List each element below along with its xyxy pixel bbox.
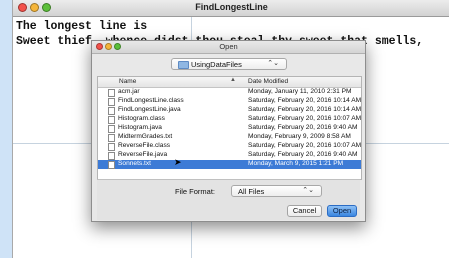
file-row[interactable]: ReverseFile.class Saturday, February 20,…	[98, 142, 361, 151]
file-name: ReverseFile.java	[118, 151, 168, 158]
dialog-titlebar[interactable]: Open	[92, 41, 365, 54]
folder-name: UsingDataFiles	[191, 60, 242, 69]
file-format-select[interactable]: All Files ⌃⌄	[231, 185, 322, 197]
cancel-button[interactable]: Cancel	[287, 205, 322, 217]
column-header-date-modified[interactable]: Date Modified	[248, 78, 288, 85]
file-date: Monday, January 11, 2010 2:31 PM	[248, 88, 352, 95]
file-row[interactable]: FindLongestLine.class Saturday, February…	[98, 97, 361, 106]
file-name: FindLongestLine.class	[118, 97, 184, 104]
file-format-label: File Format:	[175, 187, 216, 196]
file-icon	[108, 161, 115, 169]
file-date: Monday, February 9, 2009 8:58 AM	[248, 133, 351, 140]
file-name: Histogram.class	[118, 115, 165, 122]
file-name: Sonnets.txt	[118, 160, 151, 167]
mouse-pointer-icon: ➤	[174, 157, 182, 167]
file-row[interactable]: MidtermGrades.txt Monday, February 9, 20…	[98, 133, 361, 142]
file-row[interactable]: Histogram.class Saturday, February 20, 2…	[98, 115, 361, 124]
file-row[interactable]: Histogram.java Saturday, February 20, 20…	[98, 124, 361, 133]
file-name: ReverseFile.class	[118, 142, 171, 149]
dialog-title: Open	[219, 42, 238, 51]
folder-icon	[178, 61, 189, 69]
sort-ascending-icon: ▲	[230, 77, 236, 83]
open-button[interactable]: Open	[327, 205, 357, 217]
file-name: FindLongestLine.java	[118, 106, 181, 113]
file-date: Saturday, February 20, 2016 10:14 AM	[248, 97, 362, 104]
updown-chevron-icon: ⌃⌄	[267, 60, 279, 67]
file-row-selected[interactable]: Sonnets.txt Monday, March 9, 2015 1:21 P…	[98, 160, 361, 169]
file-date: Saturday, February 20, 2016 10:14 AM	[248, 106, 362, 113]
app-title: FindLongestLine	[195, 2, 268, 12]
file-date: Saturday, February 20, 2016 9:40 AM	[248, 124, 358, 131]
console-line: The longest line is	[16, 20, 148, 33]
file-format-value: All Files	[238, 187, 265, 196]
file-icon	[108, 152, 115, 160]
app-titlebar[interactable]: FindLongestLine	[13, 0, 449, 17]
file-date: Saturday, February 20, 2016 10:07 AM	[248, 142, 362, 149]
file-date: Saturday, February 20, 2016 9:40 AM	[248, 151, 358, 158]
file-name: Histogram.java	[118, 124, 162, 131]
file-icon	[108, 134, 115, 142]
folder-popup[interactable]: UsingDataFiles ⌃⌄	[171, 58, 287, 70]
file-list[interactable]: Name ▲ Date Modified acm.jar Monday, Jan…	[97, 76, 362, 180]
file-row[interactable]: acm.jar Monday, January 11, 2010 2:31 PM	[98, 88, 361, 97]
dialog-footer: File Format: All Files ⌃⌄ Cancel Open	[97, 179, 360, 220]
column-header-name[interactable]: Name	[119, 78, 136, 85]
file-date: Saturday, February 20, 2016 10:07 AM	[248, 115, 362, 122]
file-icon	[108, 98, 115, 106]
file-row[interactable]: FindLongestLine.java Saturday, February …	[98, 106, 361, 115]
file-name: MidtermGrades.txt	[118, 133, 173, 140]
file-icon	[108, 116, 115, 124]
file-icon	[108, 125, 115, 133]
file-row[interactable]: ReverseFile.java Saturday, February 20, …	[98, 151, 361, 160]
list-header: Name ▲ Date Modified	[98, 77, 361, 88]
updown-chevron-icon: ⌃⌄	[302, 187, 314, 194]
file-name: acm.jar	[118, 88, 140, 95]
file-date: Monday, March 9, 2015 1:21 PM	[248, 160, 344, 167]
file-icon	[108, 89, 115, 97]
file-icon	[108, 107, 115, 115]
open-dialog: Open UsingDataFiles ⌃⌄ Name ▲ Date Modif…	[91, 40, 366, 222]
file-icon	[108, 143, 115, 151]
